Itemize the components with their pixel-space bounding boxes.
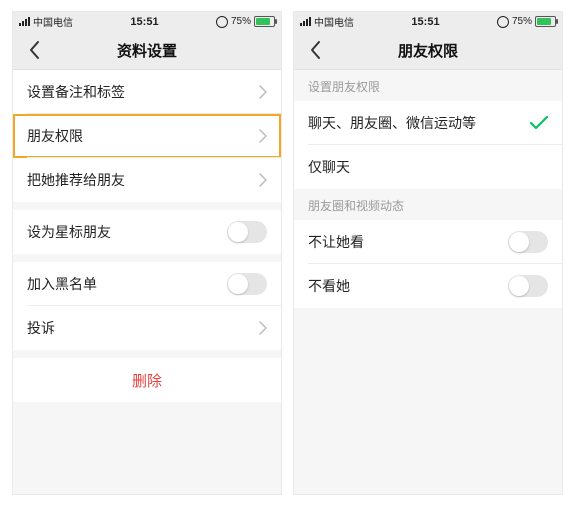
row-hide-her-moments[interactable]: 不看她: [294, 264, 562, 308]
toggle-hide-her-moments[interactable]: [508, 275, 548, 297]
row-blacklist[interactable]: 加入黑名单: [13, 262, 281, 306]
nav-bar: 朋友权限: [294, 31, 562, 70]
spacer: [13, 254, 281, 262]
row-hide-my-moments[interactable]: 不让她看: [294, 220, 562, 264]
row-label: 设为星标朋友: [27, 222, 227, 242]
checkmark-icon: [530, 116, 548, 130]
row-permission-all[interactable]: 聊天、朋友圈、微信运动等: [294, 101, 562, 145]
row-label: 设置备注和标签: [27, 82, 259, 102]
battery-icon: [535, 16, 556, 27]
row-label: 不看她: [308, 276, 508, 296]
row-friend-permissions[interactable]: 朋友权限: [13, 114, 281, 158]
row-set-remark-tag[interactable]: 设置备注和标签: [13, 70, 281, 114]
signal-icon: [300, 17, 311, 26]
row-label: 加入黑名单: [27, 274, 227, 294]
spacer: [13, 202, 281, 210]
battery-percent: 75%: [231, 16, 251, 27]
toggle-blacklist[interactable]: [227, 273, 267, 295]
row-label: 朋友权限: [27, 126, 259, 146]
chevron-right-icon: [259, 129, 267, 143]
row-label: 投诉: [27, 318, 259, 338]
toggle-hide-my-moments[interactable]: [508, 231, 548, 253]
row-star-friend[interactable]: 设为星标朋友: [13, 210, 281, 254]
back-button[interactable]: [19, 31, 49, 69]
back-button[interactable]: [300, 31, 330, 69]
delete-label: 删除: [132, 370, 162, 391]
row-label: 不让她看: [308, 232, 508, 252]
chevron-right-icon: [259, 85, 267, 99]
toggle-star[interactable]: [227, 221, 267, 243]
chevron-right-icon: [259, 321, 267, 335]
row-label: 仅聊天: [308, 157, 548, 177]
battery-icon: [254, 16, 275, 27]
signal-icon: [19, 17, 30, 26]
row-label: 把她推荐给朋友: [27, 170, 259, 190]
nav-title: 朋友权限: [398, 40, 458, 61]
battery-percent: 75%: [512, 16, 532, 27]
nav-bar: 资料设置: [13, 31, 281, 70]
clock: 15:51: [130, 16, 158, 28]
row-delete[interactable]: 删除: [13, 358, 281, 402]
sync-icon: [216, 16, 228, 28]
row-permission-chat-only[interactable]: 仅聊天: [294, 145, 562, 189]
screen-profile-settings: 中国电信 15:51 75% 资料设置 设置备注和标签 朋友权限 把她推荐给朋友: [12, 11, 282, 495]
clock: 15:51: [411, 16, 439, 28]
nav-title: 资料设置: [117, 40, 177, 61]
status-bar: 中国电信 15:51 75%: [13, 12, 281, 31]
row-label: 聊天、朋友圈、微信运动等: [308, 113, 530, 133]
row-recommend-friend[interactable]: 把她推荐给朋友: [13, 158, 281, 202]
chevron-right-icon: [259, 173, 267, 187]
section-header-moments: 朋友圈和视频动态: [294, 189, 562, 220]
row-complaint[interactable]: 投诉: [13, 306, 281, 350]
status-bar: 中国电信 15:51 75%: [294, 12, 562, 31]
carrier-label: 中国电信: [33, 14, 73, 29]
carrier-label: 中国电信: [314, 14, 354, 29]
screen-friend-permissions: 中国电信 15:51 75% 朋友权限 设置朋友权限 聊天、朋友圈、微信运动等 …: [293, 11, 563, 495]
spacer: [13, 350, 281, 358]
sync-icon: [497, 16, 509, 28]
section-header-permissions: 设置朋友权限: [294, 70, 562, 101]
